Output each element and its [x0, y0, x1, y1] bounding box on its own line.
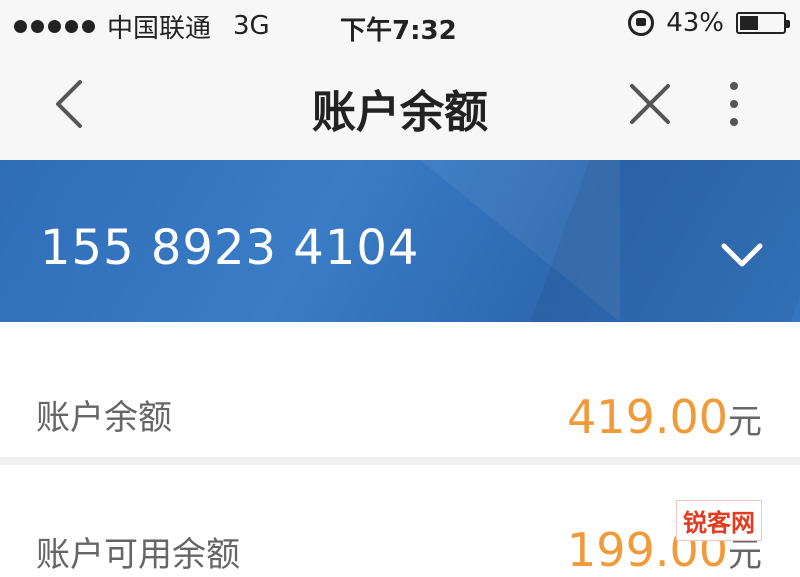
nav-bar: 账户余额	[0, 52, 800, 161]
available-unit: 元	[728, 535, 762, 575]
battery-icon	[736, 12, 790, 34]
close-icon	[630, 84, 670, 124]
rotation-lock-icon	[628, 10, 655, 36]
close-button[interactable]	[620, 74, 680, 134]
status-time: 下午7:32	[340, 16, 457, 46]
network-type: 3G	[233, 11, 270, 41]
status-right: 43%	[628, 8, 790, 38]
balance-row: 账户余额 419.00元	[0, 322, 800, 465]
carrier-name: 中国联通	[107, 13, 212, 44]
status-bar: 中国联通 3G 下午7:32 43%	[0, 0, 800, 52]
more-menu-button[interactable]	[716, 74, 752, 134]
watermark-logo: 锐客网	[676, 500, 762, 541]
account-selector[interactable]: 155 8923 4104	[0, 160, 800, 322]
balance-value: 419.00	[567, 390, 728, 444]
battery-fill	[740, 16, 759, 30]
signal-strength-icon	[14, 19, 95, 33]
battery-percent: 43%	[666, 8, 724, 38]
balance-unit: 元	[728, 402, 762, 442]
available-label: 账户可用余额	[36, 535, 240, 575]
balance-amount: 419.00元	[567, 390, 762, 444]
account-dropdown-button[interactable]	[712, 232, 772, 282]
balance-label: 账户余额	[36, 398, 172, 438]
chevron-down-icon	[721, 243, 763, 267]
account-number: 155 8923 4104	[40, 220, 420, 276]
more-vertical-icon	[730, 82, 738, 126]
page-title: 账户余额	[312, 87, 488, 138]
